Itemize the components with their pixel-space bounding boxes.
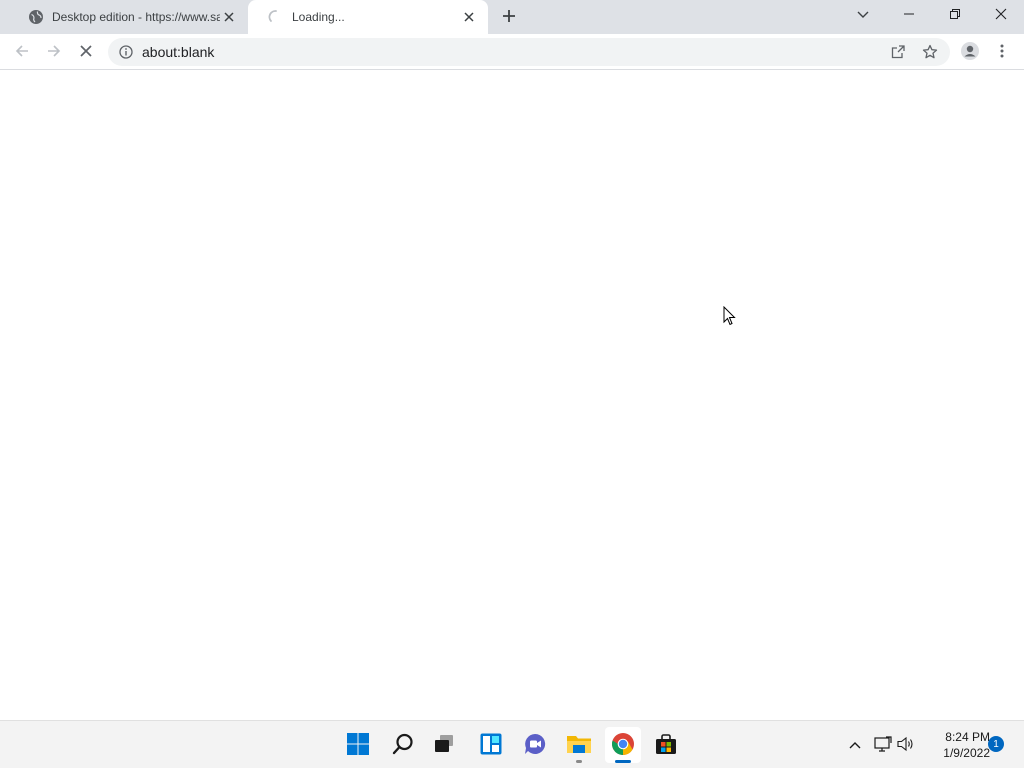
- start-button[interactable]: [340, 727, 376, 763]
- loading-spinner-icon: [268, 9, 284, 25]
- info-icon[interactable]: [118, 44, 134, 60]
- clock-time: 8:24 PM: [945, 730, 990, 744]
- store-icon: [654, 732, 678, 759]
- profile-button[interactable]: [956, 38, 984, 66]
- search-button[interactable]: [385, 727, 421, 763]
- browser-menu-button[interactable]: [988, 38, 1016, 66]
- share-icon[interactable]: [890, 44, 906, 60]
- mouse-cursor-icon: [723, 306, 736, 326]
- clock[interactable]: 8:24 PM 1/9/2022: [926, 729, 990, 761]
- search-icon: [391, 732, 415, 759]
- tab-search-button[interactable]: [840, 0, 886, 30]
- taskbar: 8:24 PM 1/9/2022 1: [0, 720, 1024, 768]
- tab-strip: Desktop edition - https://www.sa Loading…: [0, 0, 1024, 34]
- tab-desktop-edition[interactable]: Desktop edition - https://www.sa: [8, 0, 248, 34]
- close-icon: [995, 8, 1007, 23]
- teams-chat-icon: [523, 732, 547, 759]
- tab-close-button[interactable]: [460, 8, 478, 26]
- tab-close-button[interactable]: [220, 8, 238, 26]
- person-icon: [960, 41, 980, 64]
- file-explorer-icon: [566, 732, 592, 759]
- tab-title: Desktop edition - https://www.sa: [52, 10, 220, 24]
- page-content[interactable]: [0, 71, 1024, 720]
- chat-button[interactable]: [517, 727, 553, 763]
- chrome-button[interactable]: [605, 727, 641, 763]
- url-text: about:blank: [142, 44, 215, 60]
- minimize-button[interactable]: [886, 0, 932, 30]
- restore-icon: [950, 8, 960, 22]
- tab-loading[interactable]: Loading...: [248, 0, 488, 34]
- close-icon: [79, 44, 93, 61]
- task-view-icon: [432, 732, 456, 759]
- chevron-down-icon: [857, 8, 869, 22]
- network-icon: [874, 735, 892, 755]
- windows-start-icon: [346, 732, 370, 759]
- new-tab-button[interactable]: [497, 5, 521, 29]
- running-indicator: [576, 760, 582, 763]
- arrow-left-icon: [14, 43, 30, 62]
- volume-button[interactable]: [896, 735, 916, 755]
- notification-badge[interactable]: 1: [988, 736, 1004, 752]
- back-button[interactable]: [8, 38, 36, 66]
- active-indicator: [615, 760, 631, 763]
- store-button[interactable]: [648, 727, 684, 763]
- address-bar[interactable]: about:blank: [108, 38, 950, 66]
- widgets-button[interactable]: [473, 727, 509, 763]
- minimize-icon: [904, 8, 914, 22]
- globe-icon: [28, 9, 44, 25]
- chevron-up-icon: [849, 738, 861, 752]
- plus-icon: [502, 9, 516, 26]
- show-hidden-icons-button[interactable]: [845, 735, 865, 755]
- stop-loading-button[interactable]: [72, 38, 100, 66]
- forward-button[interactable]: [40, 38, 68, 66]
- chrome-icon: [611, 732, 635, 759]
- task-view-button[interactable]: [426, 727, 462, 763]
- kebab-menu-icon: [1000, 44, 1004, 61]
- star-icon[interactable]: [922, 44, 938, 60]
- widgets-icon: [479, 732, 503, 759]
- close-window-button[interactable]: [978, 0, 1024, 30]
- browser-toolbar: about:blank: [0, 34, 1024, 70]
- arrow-right-icon: [46, 43, 62, 62]
- tab-title: Loading...: [292, 10, 345, 24]
- clock-date: 1/9/2022: [943, 746, 990, 760]
- file-explorer-button[interactable]: [561, 727, 597, 763]
- restore-button[interactable]: [932, 0, 978, 30]
- volume-icon: [897, 736, 915, 755]
- network-button[interactable]: [873, 735, 893, 755]
